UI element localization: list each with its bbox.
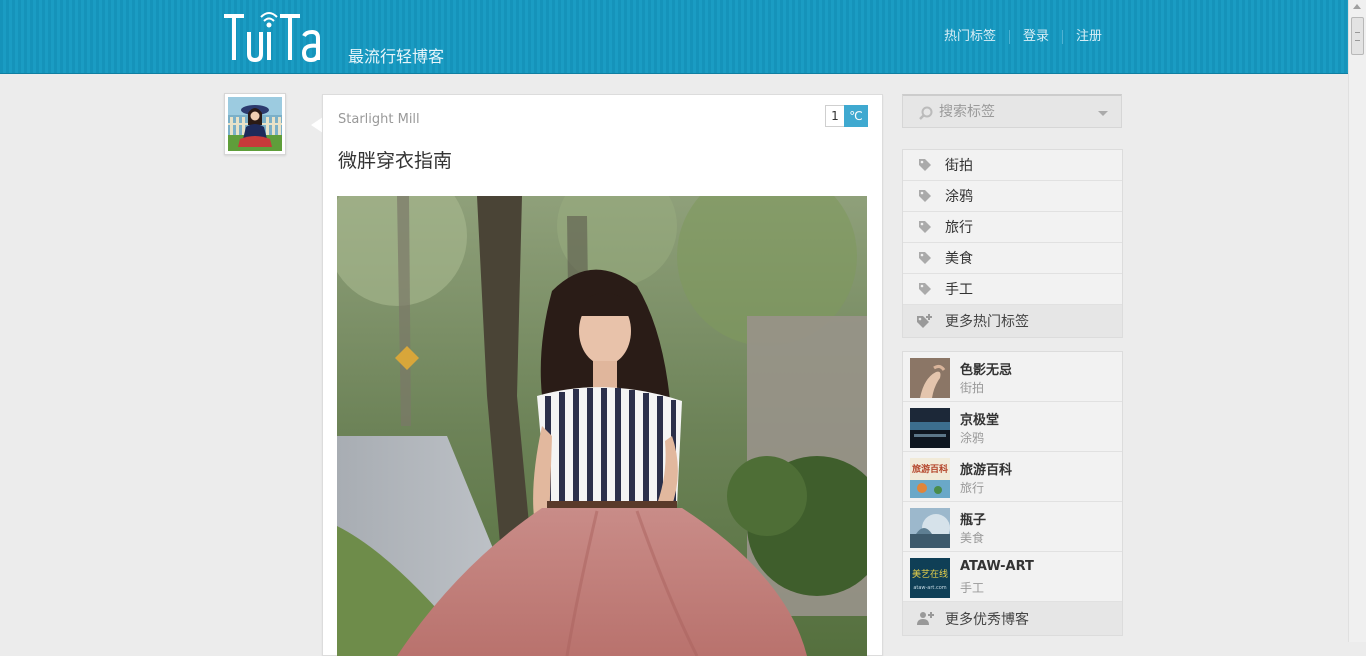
- scrollbar-thumb[interactable]: [1351, 17, 1364, 55]
- site-tagline: 最流行轻博客: [348, 47, 445, 66]
- blog-thumb-caption: 旅游百科: [912, 463, 948, 475]
- tag-icon: [919, 252, 931, 264]
- blog-item[interactable]: 京极堂 涂鸦: [903, 402, 1122, 452]
- hot-tags-list: 街拍 涂鸦 旅行 美食 手工 更多热门标签: [902, 149, 1123, 338]
- tag-label: 旅行: [945, 220, 973, 236]
- more-blogs-label: 更多优秀博客: [945, 611, 1029, 628]
- logo-graphic: [224, 12, 320, 62]
- blog-item[interactable]: 旅游百科 旅游百科 旅行: [903, 452, 1122, 502]
- author-avatar[interactable]: [224, 93, 286, 155]
- blog-category: 旅行: [960, 481, 985, 495]
- blog-name: ATAW-ART: [960, 559, 1034, 574]
- page-scrollbar[interactable]: [1348, 0, 1366, 642]
- post-title[interactable]: 微胖穿衣指南: [338, 146, 452, 173]
- tag-item-travel[interactable]: 旅行: [903, 212, 1122, 243]
- nav-register-link[interactable]: 注册: [1063, 28, 1115, 46]
- blog-name: 瓶子: [960, 513, 987, 528]
- tag-label: 手工: [945, 282, 973, 298]
- blog-category: 涂鸦: [960, 431, 985, 445]
- blog-item[interactable]: 美艺在线 ataw-art.com ATAW-ART 手工: [903, 552, 1122, 602]
- more-hot-tags-button[interactable]: 更多热门标签: [903, 305, 1122, 337]
- tag-item-food[interactable]: 美食: [903, 243, 1122, 274]
- tag-icon: [919, 221, 931, 233]
- add-users-icon: [917, 612, 934, 625]
- tag-icon: [919, 283, 931, 295]
- blog-name: 旅游百科: [960, 463, 1013, 478]
- hot-count: 1: [825, 105, 844, 127]
- blog-category: 街拍: [960, 381, 985, 395]
- tag-label: 美食: [945, 251, 973, 267]
- tag-item-graffiti[interactable]: 涂鸦: [903, 181, 1122, 212]
- chevron-down-icon[interactable]: [1098, 111, 1108, 116]
- blog-item[interactable]: 色影无忌 街拍: [903, 352, 1122, 402]
- nav-login-link[interactable]: 登录: [1010, 28, 1062, 46]
- blog-thumbnail: [910, 408, 950, 448]
- tag-icon: [919, 190, 931, 202]
- hot-unit-badge: ℃: [844, 105, 868, 127]
- nav-hot-tags-link[interactable]: 热门标签: [931, 28, 1009, 46]
- recommended-blogs-list: 色影无忌 街拍 京极堂 涂鸦 旅游百科 旅游百科 旅行 瓶子 美食 美艺在线 at…: [902, 351, 1123, 636]
- blog-thumbnail: [910, 508, 950, 548]
- blog-thumb-url: ataw-art.com: [913, 585, 946, 591]
- tag-item-handmade[interactable]: 手工: [903, 274, 1122, 305]
- blog-name: 色影无忌: [960, 363, 1013, 378]
- blog-name: 京极堂: [960, 413, 1000, 428]
- blog-thumb-caption: 美艺在线: [912, 568, 948, 580]
- fashion-photo: [337, 196, 867, 656]
- avatar-illustration: [228, 97, 282, 151]
- blog-category: 美食: [960, 531, 985, 545]
- post-author[interactable]: Starlight Mill: [338, 112, 420, 127]
- tag-label: 街拍: [945, 158, 973, 174]
- add-tag-icon: [917, 314, 932, 328]
- top-header-bar: 最流行轻博客 热门标签 登录 注册: [0, 0, 1349, 74]
- tag-icon: [919, 159, 931, 171]
- tag-label: 涂鸦: [945, 189, 973, 205]
- tag-search-box[interactable]: [902, 94, 1122, 128]
- blog-thumbnail: [910, 358, 950, 398]
- post-photo[interactable]: [337, 196, 867, 656]
- post-card: Starlight Mill 微胖穿衣指南 1 ℃: [322, 94, 883, 656]
- top-nav: 热门标签 登录 注册: [931, 28, 1115, 46]
- blog-thumbnail: 美艺在线 ataw-art.com: [910, 558, 950, 598]
- scroll-up-arrow-icon[interactable]: [1353, 4, 1361, 9]
- blog-item[interactable]: 瓶子 美食: [903, 502, 1122, 552]
- blog-category: 手工: [960, 581, 985, 595]
- hot-counter[interactable]: 1 ℃: [825, 105, 868, 127]
- search-icon: [919, 106, 933, 120]
- more-blogs-button[interactable]: 更多优秀博客: [903, 602, 1122, 635]
- more-hot-tags-label: 更多热门标签: [945, 314, 1029, 330]
- tuita-logo[interactable]: [224, 6, 328, 62]
- tag-search-input[interactable]: [939, 102, 1089, 122]
- blog-thumbnail: 旅游百科: [910, 458, 950, 498]
- tag-item-street-snap[interactable]: 街拍: [903, 150, 1122, 181]
